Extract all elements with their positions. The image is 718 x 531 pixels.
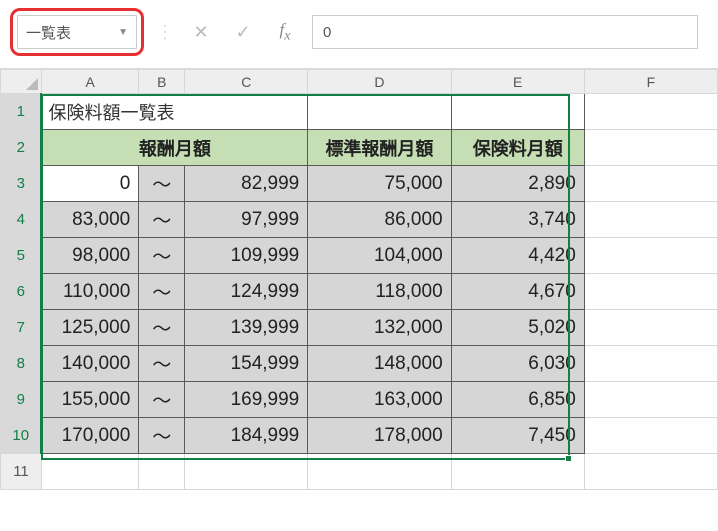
cell-E11[interactable] — [451, 454, 584, 490]
cell-C6[interactable]: 124,999 — [185, 274, 308, 310]
col-header-C[interactable]: C — [185, 70, 308, 94]
cell-B5[interactable]: ～ — [139, 238, 185, 274]
cell-B3[interactable]: ～ — [139, 166, 185, 202]
row-header-4[interactable]: 4 — [1, 202, 42, 238]
cell-C5[interactable]: 109,999 — [185, 238, 308, 274]
cell-A8[interactable]: 140,000 — [41, 346, 138, 382]
cell-E3[interactable]: 2,890 — [451, 166, 584, 202]
row-header-2[interactable]: 2 — [1, 130, 42, 166]
cell-A4[interactable]: 83,000 — [41, 202, 138, 238]
cell-C11[interactable] — [185, 454, 308, 490]
row-header-9[interactable]: 9 — [1, 382, 42, 418]
cell-D9[interactable]: 163,000 — [308, 382, 451, 418]
formula-toolbar: 一覧表 ▼ ⋮ ✕ ✓ fx 0 — [0, 0, 718, 69]
cell-F7[interactable] — [584, 310, 717, 346]
cell-E5[interactable]: 4,420 — [451, 238, 584, 274]
cell-B9[interactable]: ～ — [139, 382, 185, 418]
cell-A7[interactable]: 125,000 — [41, 310, 138, 346]
fx-icon: fx — [279, 20, 290, 44]
check-icon: ✓ — [235, 22, 250, 43]
cell-B11[interactable] — [139, 454, 185, 490]
cell-B8[interactable]: ～ — [139, 346, 185, 382]
cell-C4[interactable]: 97,999 — [185, 202, 308, 238]
header-standard[interactable]: 標準報酬月額 — [308, 130, 451, 166]
name-box-text: 一覧表 — [26, 22, 71, 43]
col-header-D[interactable]: D — [308, 70, 451, 94]
row-header-1[interactable]: 1 — [1, 94, 42, 130]
cell-E1[interactable] — [451, 94, 584, 130]
row-header-7[interactable]: 7 — [1, 310, 42, 346]
cell-A3[interactable]: 0 — [41, 166, 138, 202]
row-header-5[interactable]: 5 — [1, 238, 42, 274]
cell-C8[interactable]: 154,999 — [185, 346, 308, 382]
cell-D5[interactable]: 104,000 — [308, 238, 451, 274]
cell-E4[interactable]: 3,740 — [451, 202, 584, 238]
cell-F1[interactable] — [584, 94, 717, 130]
toolbar-separator: ⋮ — [156, 22, 174, 43]
cell-A5[interactable]: 98,000 — [41, 238, 138, 274]
cell-F10[interactable] — [584, 418, 717, 454]
cell-B4[interactable]: ～ — [139, 202, 185, 238]
cell-D1[interactable] — [308, 94, 451, 130]
cell-A9[interactable]: 155,000 — [41, 382, 138, 418]
cell-E9[interactable]: 6,850 — [451, 382, 584, 418]
cell-B10[interactable]: ～ — [139, 418, 185, 454]
row-header-6[interactable]: 6 — [1, 274, 42, 310]
row-header-11[interactable]: 11 — [1, 454, 42, 490]
cell-F4[interactable] — [584, 202, 717, 238]
cell-D8[interactable]: 148,000 — [308, 346, 451, 382]
cell-A11[interactable] — [41, 454, 138, 490]
cell-C9[interactable]: 169,999 — [185, 382, 308, 418]
col-header-F[interactable]: F — [584, 70, 717, 94]
fx-button[interactable]: fx — [270, 17, 300, 47]
namebox-highlight: 一覧表 ▼ — [10, 8, 144, 56]
cell-D10[interactable]: 178,000 — [308, 418, 451, 454]
col-header-E[interactable]: E — [451, 70, 584, 94]
cell-D11[interactable] — [308, 454, 451, 490]
cell-F6[interactable] — [584, 274, 717, 310]
row-header-8[interactable]: 8 — [1, 346, 42, 382]
formula-bar-value: 0 — [323, 24, 331, 41]
cell-C10[interactable]: 184,999 — [185, 418, 308, 454]
cell-D3[interactable]: 75,000 — [308, 166, 451, 202]
row-header-10[interactable]: 10 — [1, 418, 42, 454]
cell-E6[interactable]: 4,670 — [451, 274, 584, 310]
title-cell[interactable]: 保険料額一覧表 — [41, 94, 307, 130]
cell-F5[interactable] — [584, 238, 717, 274]
cell-F3[interactable] — [584, 166, 717, 202]
name-box[interactable]: 一覧表 ▼ — [17, 15, 137, 49]
header-premium[interactable]: 保険料月額 — [451, 130, 584, 166]
cell-E10[interactable]: 7,450 — [451, 418, 584, 454]
cell-D6[interactable]: 118,000 — [308, 274, 451, 310]
dropdown-arrow-icon[interactable]: ▼ — [118, 27, 128, 38]
spreadsheet-grid[interactable]: A B C D E F 1 保険料額一覧表 2 報酬月額 標準報酬月額 保険料月… — [0, 69, 718, 490]
cell-C7[interactable]: 139,999 — [185, 310, 308, 346]
row-header-3[interactable]: 3 — [1, 166, 42, 202]
cell-C3[interactable]: 82,999 — [185, 166, 308, 202]
col-header-A[interactable]: A — [41, 70, 138, 94]
formula-bar[interactable]: 0 — [312, 15, 698, 49]
cell-F11[interactable] — [584, 454, 717, 490]
cell-A6[interactable]: 110,000 — [41, 274, 138, 310]
select-all-corner[interactable] — [1, 70, 42, 94]
cell-F2[interactable] — [584, 130, 717, 166]
header-salary[interactable]: 報酬月額 — [41, 130, 307, 166]
cell-E8[interactable]: 6,030 — [451, 346, 584, 382]
col-header-B[interactable]: B — [139, 70, 185, 94]
enter-button[interactable]: ✓ — [228, 17, 258, 47]
cell-D4[interactable]: 86,000 — [308, 202, 451, 238]
cell-F9[interactable] — [584, 382, 717, 418]
cell-E7[interactable]: 5,020 — [451, 310, 584, 346]
cell-B7[interactable]: ～ — [139, 310, 185, 346]
cell-D7[interactable]: 132,000 — [308, 310, 451, 346]
cell-F8[interactable] — [584, 346, 717, 382]
cell-A10[interactable]: 170,000 — [41, 418, 138, 454]
cell-B6[interactable]: ～ — [139, 274, 185, 310]
x-icon: ✕ — [193, 22, 208, 43]
cancel-button[interactable]: ✕ — [186, 17, 216, 47]
